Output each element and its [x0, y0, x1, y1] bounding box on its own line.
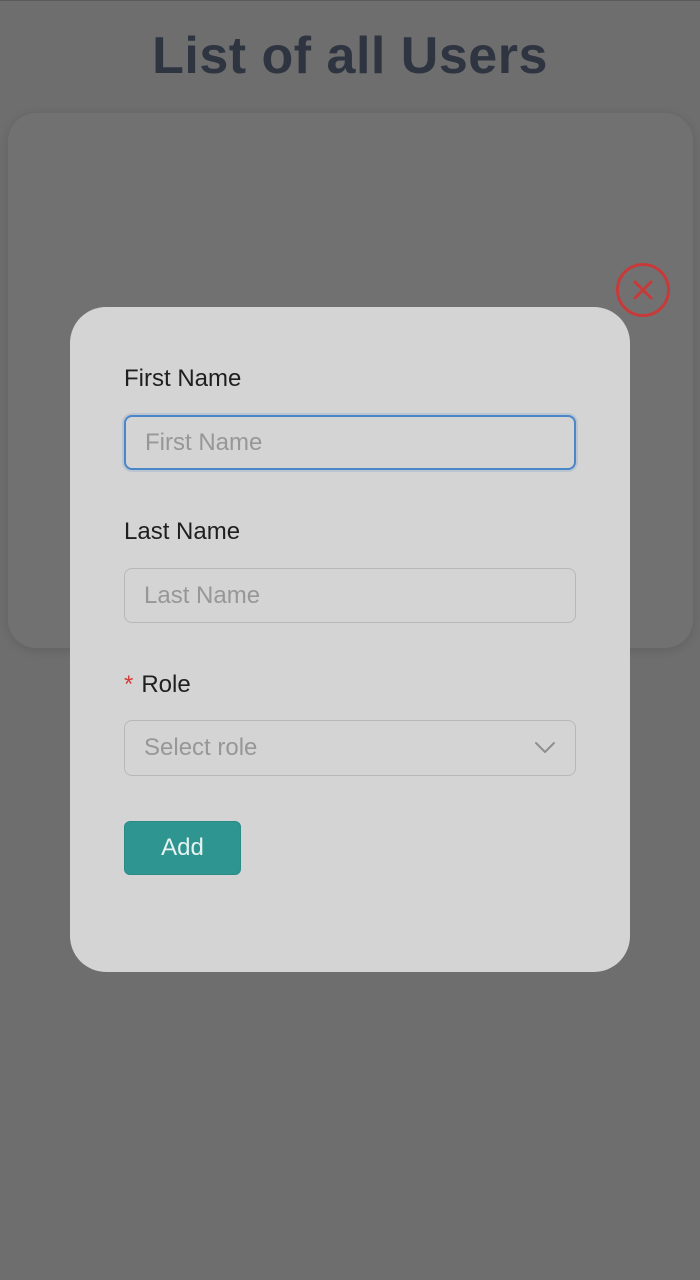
chevron-down-icon — [535, 742, 555, 753]
add-user-modal: First Name Last Name * Role Select role A… — [70, 307, 630, 972]
page-title: List of all Users — [152, 27, 548, 85]
role-label: * Role — [124, 671, 191, 699]
required-mark: * — [124, 671, 134, 698]
role-select-placeholder: Select role — [144, 734, 258, 761]
close-modal-button[interactable] — [616, 263, 670, 317]
last-name-label: Last Name — [124, 518, 241, 545]
top-divider — [0, 0, 700, 1]
role-select[interactable]: Select role — [124, 720, 576, 776]
first-name-label: First Name — [124, 365, 242, 392]
last-name-input[interactable] — [124, 568, 576, 623]
close-icon — [633, 280, 653, 300]
first-name-input[interactable] — [124, 415, 576, 470]
add-button[interactable]: Add — [124, 821, 241, 875]
role-label-text: Role — [141, 671, 191, 698]
